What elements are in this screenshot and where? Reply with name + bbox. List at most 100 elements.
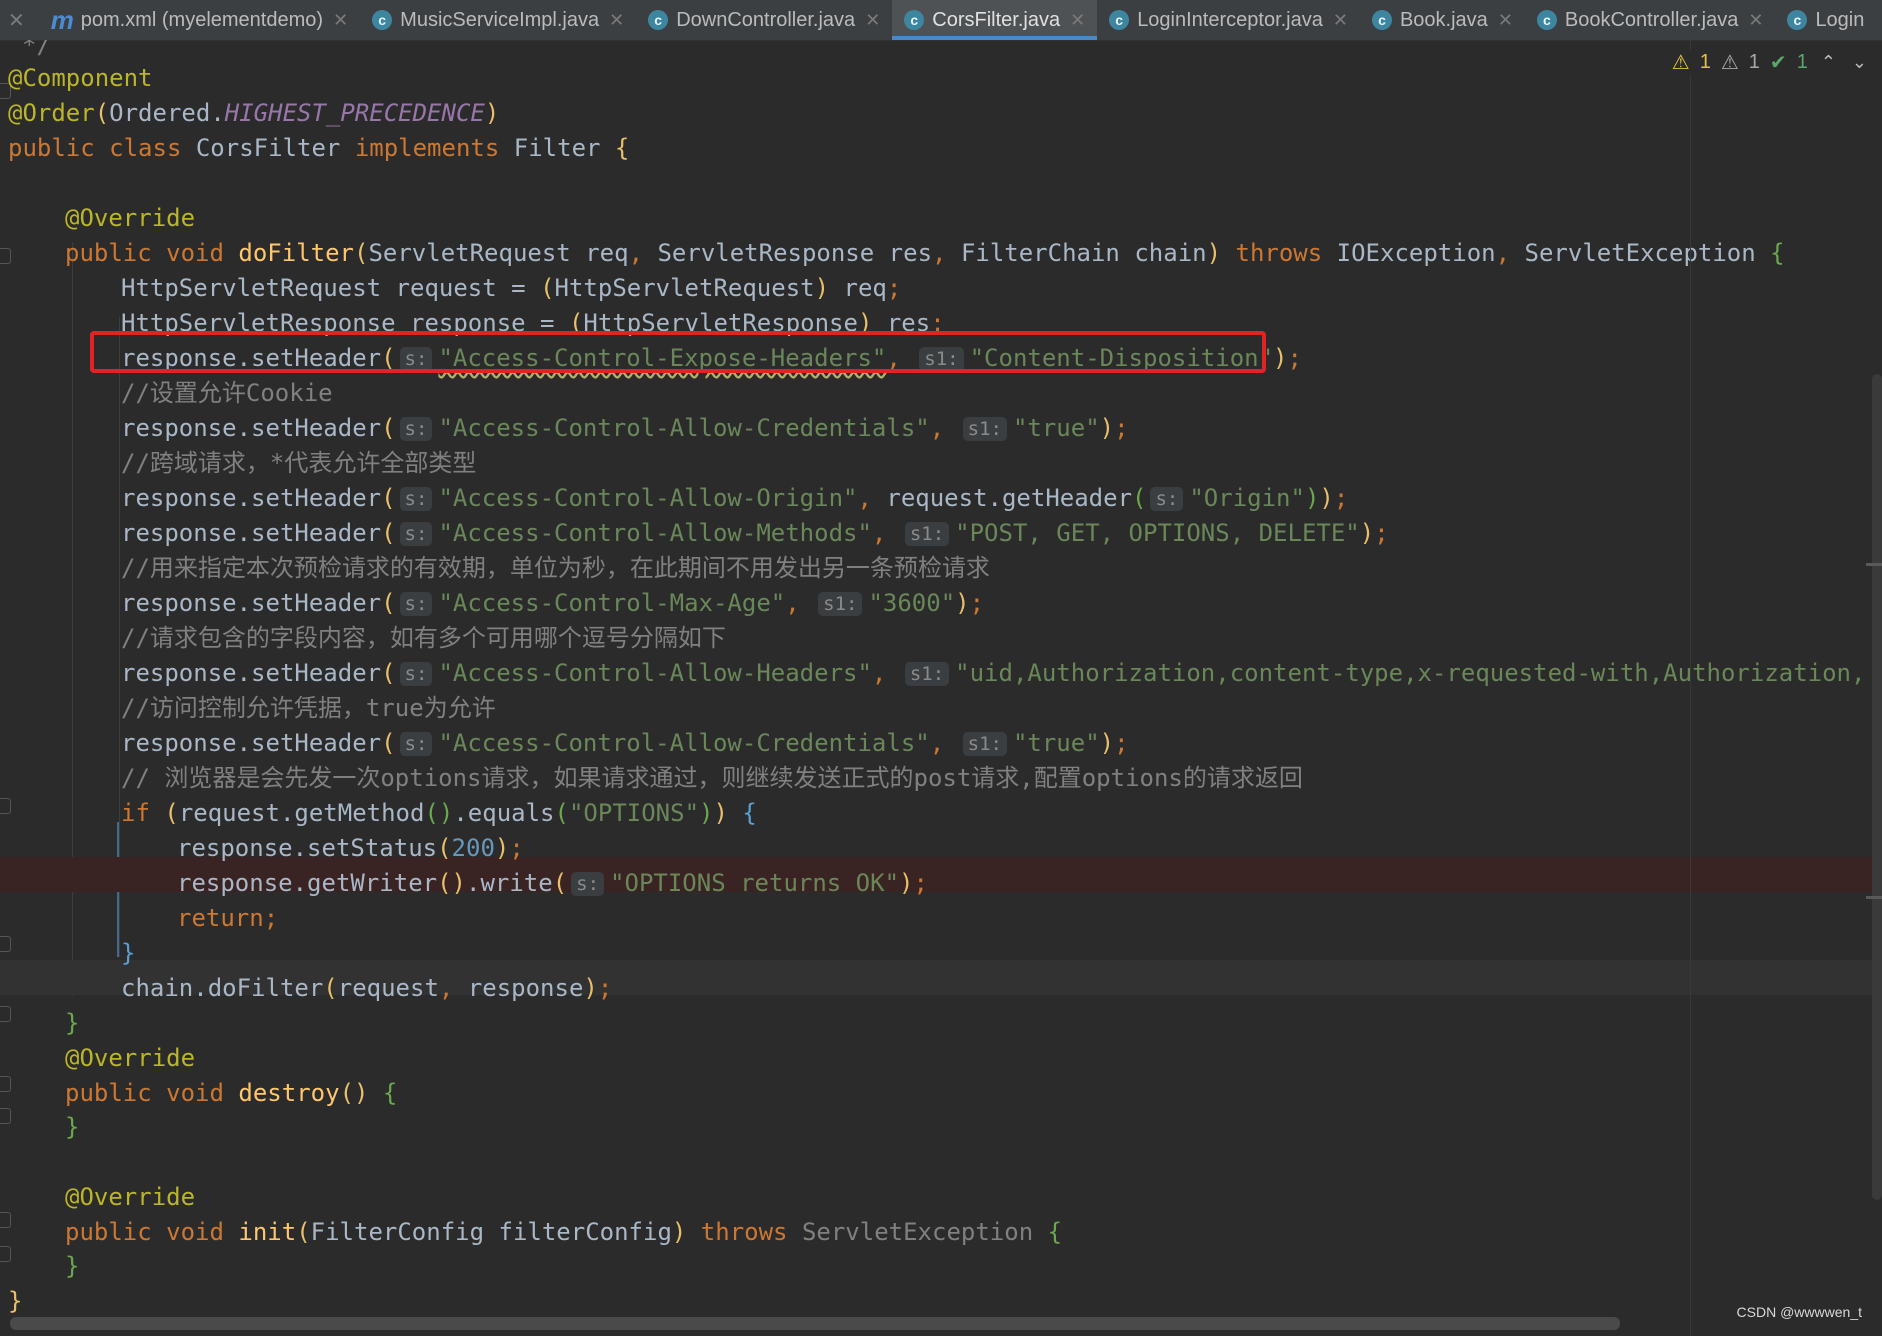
java-class-icon: c: [1536, 10, 1557, 30]
code-line: //设置允许Cookie: [121, 379, 333, 407]
horizontal-scrollbar[interactable]: [10, 1317, 1620, 1330]
code-line: //用来指定本次预检请求的有效期，单位为秒，在此期间不用发出另一条预检请求: [121, 554, 990, 582]
code-line: }: [65, 1252, 80, 1280]
code-line: HttpServletRequest request = (HttpServle…: [121, 274, 902, 302]
tab-pom-xml[interactable]: m pom.xml (myelementdemo) ✕: [39, 0, 360, 40]
vertical-scrollbar[interactable]: [1872, 374, 1882, 1200]
param-hint: s:: [399, 347, 433, 371]
maven-file-icon: m: [50, 5, 74, 35]
code-editor[interactable]: */ @Component @Order(Ordered.HIGHEST_PRE…: [0, 40, 1882, 1336]
warning-count: 1: [1699, 51, 1711, 73]
tab-label: Login: [1815, 8, 1865, 31]
code-line: // 浏览器是会先发一次options请求，如果请求通过，则继续发送正式的pos…: [121, 764, 1303, 792]
ok-count: 1: [1796, 51, 1808, 73]
java-class-icon: c: [1371, 10, 1392, 30]
fold-marker-icon[interactable]: [0, 1006, 11, 1022]
code-line: response.setStatus(200);: [177, 834, 524, 862]
close-icon[interactable]: ✕: [609, 10, 624, 31]
scrollbar-marker: [1866, 563, 1882, 566]
close-icon[interactable]: ✕: [1498, 10, 1513, 31]
code-line: public class CorsFilter implements Filte…: [8, 134, 630, 162]
code-line: chain.doFilter(request, response);: [121, 974, 613, 1002]
tab-label: pom.xml (myelementdemo): [80, 8, 324, 31]
code-line: response.setHeader(s: "Access-Control-All…: [121, 414, 1129, 442]
code-line: response.setHeader(s: "Access-Control-All…: [121, 519, 1389, 547]
tab-label: CorsFilter.java: [932, 8, 1061, 31]
code-line: return;: [177, 904, 279, 932]
param-hint: s:: [399, 417, 433, 441]
fold-marker-icon[interactable]: [0, 1212, 11, 1228]
code-line: response.setHeader(s: "Access-Control-Exp…: [121, 344, 1302, 372]
java-class-icon: c: [372, 10, 393, 30]
code-line: }: [65, 1113, 80, 1141]
tab-login-interceptor[interactable]: c LoginInterceptor.java ✕: [1097, 0, 1360, 40]
code-line: }: [65, 1009, 80, 1037]
tab-label: MusicServiceImpl.java: [400, 8, 600, 31]
code-line: */: [22, 40, 51, 59]
code-line: public void init(FilterConfig filterConf…: [65, 1218, 1063, 1246]
fold-marker-icon[interactable]: [0, 1108, 11, 1124]
chevron-down-icon[interactable]: ⌄: [1849, 52, 1870, 73]
fold-marker-icon[interactable]: [0, 1076, 11, 1092]
code-line: response.setHeader(s: "Access-Control-All…: [121, 659, 1882, 687]
tab-book[interactable]: c Book.java ✕: [1360, 0, 1525, 40]
scrollbar-marker: [1866, 896, 1882, 899]
java-class-icon: c: [1787, 10, 1808, 30]
code-line: response.setHeader(s: "Access-Control-Max…: [121, 589, 985, 617]
code-line: public void doFilter(ServletRequest req,…: [65, 239, 1785, 267]
param-hint: s:: [571, 872, 605, 896]
code-line: response.setHeader(s: "Access-Control-All…: [121, 484, 1349, 512]
fold-marker-icon[interactable]: [0, 936, 11, 952]
tab-cors-filter[interactable]: c CorsFilter.java ✕: [892, 0, 1098, 40]
close-icon[interactable]: ✕: [1748, 10, 1763, 31]
close-icon[interactable]: ✕: [333, 10, 348, 31]
fold-marker-icon[interactable]: [0, 798, 11, 814]
code-line: response.setHeader(s: "Access-Control-All…: [121, 729, 1129, 757]
tab-down-controller[interactable]: c DownController.java ✕: [636, 0, 892, 40]
param-hint: s:: [399, 487, 433, 511]
close-icon[interactable]: ✕: [1070, 10, 1085, 31]
watermark: CSDN @wwwwen_t: [1736, 1304, 1862, 1320]
param-hint: s:: [399, 662, 433, 686]
code-line: @Override: [65, 204, 196, 232]
code-line: //访问控制允许凭据，true为允许: [121, 694, 496, 722]
code-line: @Override: [65, 1044, 196, 1072]
code-line: //请求包含的字段内容，如有多个可用哪个逗号分隔如下: [121, 624, 726, 652]
tab-label: LoginInterceptor.java: [1137, 8, 1323, 31]
code-line: }: [8, 1287, 23, 1315]
close-icon[interactable]: ✕: [1333, 10, 1348, 31]
tab-book-controller[interactable]: c BookController.java ✕: [1525, 0, 1776, 40]
close-icon[interactable]: ✕: [865, 10, 880, 31]
param-hint: s1:: [904, 662, 950, 686]
close-icon[interactable]: ✕: [0, 0, 39, 40]
tab-music-service-impl[interactable]: c MusicServiceImpl.java ✕: [360, 0, 636, 40]
java-class-icon: c: [1109, 10, 1130, 30]
tab-label: Book.java: [1399, 8, 1488, 31]
chevron-down-icon[interactable]: ⌄: [1876, 0, 1882, 40]
param-hint: s1:: [962, 417, 1007, 441]
check-icon[interactable]: ✔: [1770, 50, 1787, 75]
param-hint: s:: [399, 592, 433, 616]
warning-icon[interactable]: ⚠: [1672, 50, 1690, 75]
tab-login[interactable]: c Login: [1775, 0, 1876, 40]
fold-marker-icon[interactable]: [0, 248, 11, 264]
chevron-up-icon[interactable]: ⌃: [1818, 52, 1839, 73]
param-hint: s:: [399, 732, 433, 756]
code-line: public void destroy() {: [65, 1079, 398, 1107]
java-class-icon: c: [648, 10, 669, 30]
tab-label: DownController.java: [676, 8, 856, 31]
code-line: @Order(Ordered.HIGHEST_PRECEDENCE): [8, 99, 500, 127]
param-hint: s1:: [904, 522, 950, 546]
right-margin-guide: [1690, 40, 1691, 1336]
weak-warning-icon[interactable]: ⚠: [1721, 50, 1739, 75]
code-line: //跨域请求，*代表允许全部类型: [121, 449, 477, 477]
code-line: response.getWriter().write(s: "OPTIONS re…: [177, 869, 928, 897]
code-line: @Override: [65, 1183, 196, 1211]
inspection-widget[interactable]: ⚠ 1 ⚠ 1 ✔ 1 ⌃ ⌄: [1671, 50, 1870, 75]
tab-label: BookController.java: [1564, 8, 1739, 31]
param-hint: s1:: [919, 347, 964, 371]
editor-tab-bar: ✕ m pom.xml (myelementdemo) ✕ c MusicSer…: [0, 0, 1882, 41]
param-hint: s1:: [818, 592, 863, 616]
fold-marker-icon[interactable]: [0, 1246, 11, 1262]
param-hint: s1:: [962, 732, 1007, 756]
